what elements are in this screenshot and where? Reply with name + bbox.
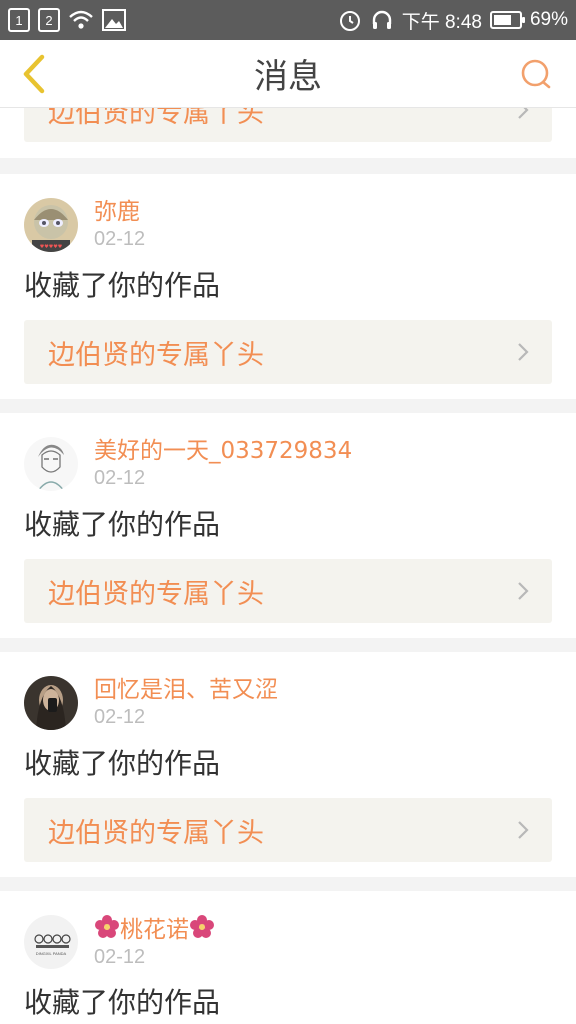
status-right: 下午 8:48 69% [338,7,568,34]
status-bar: 1 2 下午 8:48 69% [0,0,576,40]
work-title: 边伯贤的专属丫头 [48,578,264,610]
date: 02-12 [94,946,146,968]
wifi-icon [68,9,94,31]
date: 02-12 [94,706,146,728]
status-time: 下午 8:48 [401,11,482,33]
battery-percent: 69% [529,9,568,30]
battery-icon [489,11,525,29]
sim2-icon: 2 [38,8,60,32]
chevron-right-icon [518,582,529,600]
nav-header: 消息 [0,40,576,108]
notification-card: 美好的一天_033729834 02-12 收藏了你的作品 边伯贤的专属丫头 [0,413,576,638]
svg-text:♥♥♥♥♥: ♥♥♥♥♥ [40,244,63,250]
flower-icon [95,915,119,938]
search-icon [521,59,551,89]
work-link[interactable]: 边伯贤的专属丫头 [24,320,552,384]
avatar[interactable] [24,676,78,730]
card-header: DINGXIL PANDA 桃花诺 02-12 [24,891,552,971]
action-text: 收藏了你的作品 [24,508,221,541]
sim1-icon: 1 [8,8,30,32]
user-meta: 桃花诺 02-12 [94,914,215,970]
action-text: 收藏了你的作品 [24,986,221,1019]
back-button[interactable] [14,52,54,96]
alarm-icon [338,8,362,32]
work-title: 边伯贤的专属丫头 [48,108,264,129]
work-link[interactable]: 边伯贤的专属丫头 [24,798,552,862]
card-header: 美好的一天_033729834 02-12 [24,413,552,493]
back-arrow-icon [23,54,45,94]
image-icon [102,9,126,31]
notification-card: 边伯贤的专属丫头 [0,108,576,158]
notification-card: ♥♥♥♥♥ 弥鹿 02-12 收藏了你的作品 边伯贤的专属丫头 [0,174,576,399]
work-link[interactable]: 边伯贤的专属丫头 [24,559,552,623]
card-header: ♥♥♥♥♥ 弥鹿 02-12 [24,174,552,254]
user-meta: 弥鹿 02-12 [94,198,145,252]
notification-card: 回忆是泪、苦又涩 02-12 收藏了你的作品 边伯贤的专属丫头 [0,652,576,877]
message-list[interactable]: 边伯贤的专属丫头 ♥♥♥♥♥ 弥鹿 02-12 收藏了你的作品 边伯贤的专属丫头 [0,108,576,1024]
card-header: 回忆是泪、苦又涩 02-12 [24,652,552,732]
headset-icon [370,8,394,32]
chevron-right-icon [518,108,529,119]
action-text: 收藏了你的作品 [24,269,221,302]
search-button[interactable] [516,54,556,94]
avatar[interactable]: DINGXIL PANDA [24,915,78,969]
avatar[interactable] [24,437,78,491]
chevron-right-icon [518,343,529,361]
svg-text:DINGXIL PANDA: DINGXIL PANDA [36,951,67,956]
user-meta: 美好的一天_033729834 02-12 [94,437,352,491]
chevron-right-icon [518,821,529,839]
username[interactable]: 弥鹿 [94,198,145,226]
notification-card: DINGXIL PANDA 桃花诺 02-12 收藏了你的作品 [0,891,576,1024]
user-meta: 回忆是泪、苦又涩 02-12 [94,676,278,730]
work-title: 边伯贤的专属丫头 [48,817,264,849]
battery-fill [493,15,511,25]
date: 02-12 [94,228,146,250]
avatar[interactable]: ♥♥♥♥♥ [24,198,78,252]
action-text: 收藏了你的作品 [24,747,221,780]
username[interactable]: 回忆是泪、苦又涩 [94,676,278,704]
flower-icon [190,915,214,938]
date: 02-12 [94,467,146,489]
username: 桃花诺 [120,917,189,943]
username[interactable]: 美好的一天_033729834 [94,437,352,465]
status-left: 1 2 [8,8,126,32]
work-link[interactable]: 边伯贤的专属丫头 [24,108,552,142]
page-title: 消息 [254,57,322,97]
username-row[interactable]: 桃花诺 [94,914,215,944]
work-title: 边伯贤的专属丫头 [48,339,264,371]
